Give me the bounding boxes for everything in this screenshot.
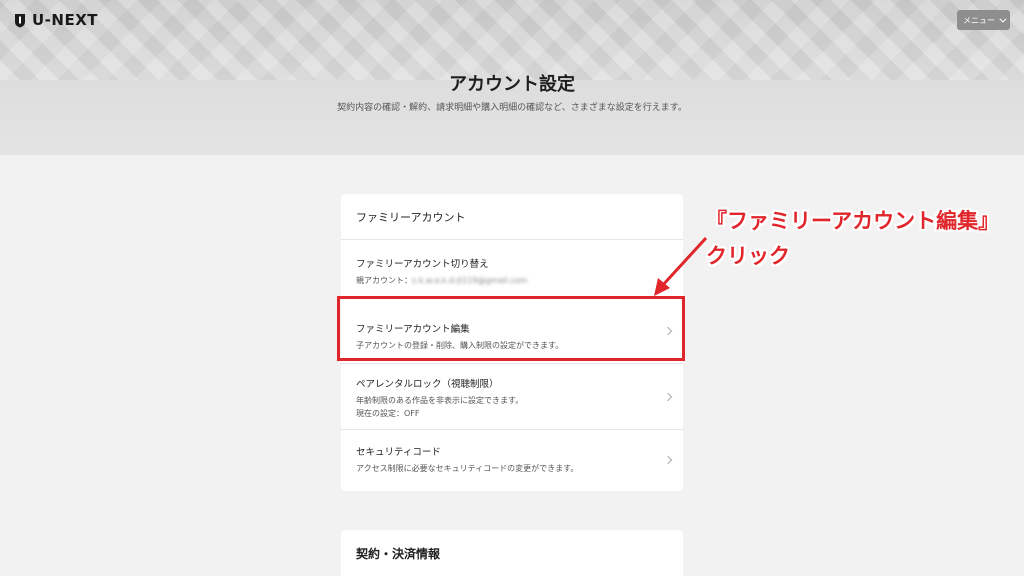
row-desc: 親アカウント：s.k.w.a.k.d-jt119@gmail.com: [356, 274, 683, 287]
family-account-switch-row[interactable]: ファミリーアカウント切り替え 親アカウント：s.k.w.a.k.d-jt119@…: [341, 240, 683, 299]
parent-account-label: 親アカウント：: [356, 276, 412, 285]
page-subtitle: 契約内容の確認・解約、請求明細や購入明細の確認など、さまざまな設定を行えます。: [337, 103, 687, 113]
row-desc-line: 年齢制限のある作品を非表示に設定できます。: [356, 396, 524, 405]
parental-lock-row[interactable]: ペアレンタルロック（視聴制限） 年齢制限のある作品を非表示に設定できます。 現在…: [341, 364, 683, 430]
page-title: アカウント設定: [449, 74, 575, 95]
row-title: ペアレンタルロック（視聴制限）: [356, 379, 499, 390]
menu-label: メニュー: [963, 15, 995, 25]
row-title: セキュリティコード: [356, 447, 441, 458]
contract-payment-card: 契約・決済情報: [341, 530, 683, 576]
annotation-arrow-icon: [654, 236, 708, 296]
security-code-row[interactable]: セキュリティコード アクセス制限に必要なセキュリティコードの変更ができます。: [341, 430, 683, 490]
annotation-title: 『ファミリーアカウント編集』: [706, 209, 1000, 233]
parent-account-email: s.k.w.a.k.d-jt119@gmail.com: [412, 276, 528, 285]
row-desc: アクセス制限に必要なセキュリティコードの変更ができます。: [356, 464, 579, 473]
banner-pattern: [0, 0, 1024, 80]
annotation-highlight-box: [337, 296, 685, 361]
logo[interactable]: U-NEXT: [14, 11, 98, 29]
logo-text: U-NEXT: [32, 11, 99, 29]
card-heading: 契約・決済情報: [356, 546, 441, 561]
chevron-down-icon: [999, 15, 1007, 23]
menu-button[interactable]: メニュー: [957, 10, 1010, 30]
card-heading: ファミリーアカウント: [341, 194, 683, 240]
row-desc: 年齢制限のある作品を非表示に設定できます。 現在の設定：OFF: [356, 394, 683, 420]
annotation-action: クリック: [706, 244, 790, 268]
row-title: ファミリーアカウント切り替え: [356, 259, 489, 270]
current-setting: 現在の設定：OFF: [356, 409, 420, 418]
shield-logo-icon: [15, 13, 25, 27]
